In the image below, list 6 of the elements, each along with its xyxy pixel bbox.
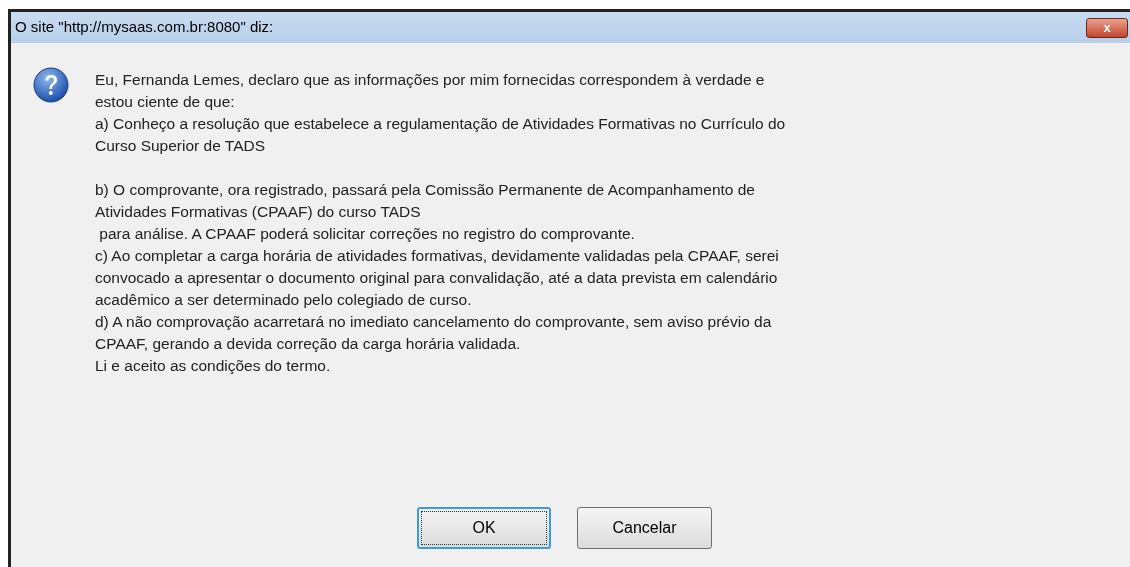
- window-title: O site "http://mysaas.com.br:8080" diz:: [15, 17, 274, 38]
- question-icon: [33, 67, 69, 103]
- dialog-button[interactable]: OK: [417, 507, 551, 549]
- message-paragraph: Eu, Fernanda Lemes, declaro que as informações por mim fornecidas correspondem à verdade e estou ciente de que: a) Conheço a resolução que estabelece a regulamentação de Atividades Formativas no Currículo do Curso Superior de TADS: [95, 70, 786, 156]
- dialog-button[interactable]: Cancelar: [577, 507, 712, 549]
- message-paragraph: b) O comprovante, ora registrado, passará pela Comissão Permanente de Acompanhamento de Atividades Formativas (CPAAF) do curso TADS para análise. A CPAAF poderá solicitar correções no registro do comprovante. c) Ao completar a carga horária de atividades formativas, devidamente validadas pela CPAAF, serei convocado a apresentar o documento original para convalidação, até a data prevista em calendário acadêmico a ser determinado pelo colegiado de curso. d) A não comprovação acarretará no imediato cancelamento do comprovante, sem aviso prévio da CPAAF, gerando a devida correção da carga horária validada. Li e aceito as condições do termo.: [95, 180, 780, 376]
